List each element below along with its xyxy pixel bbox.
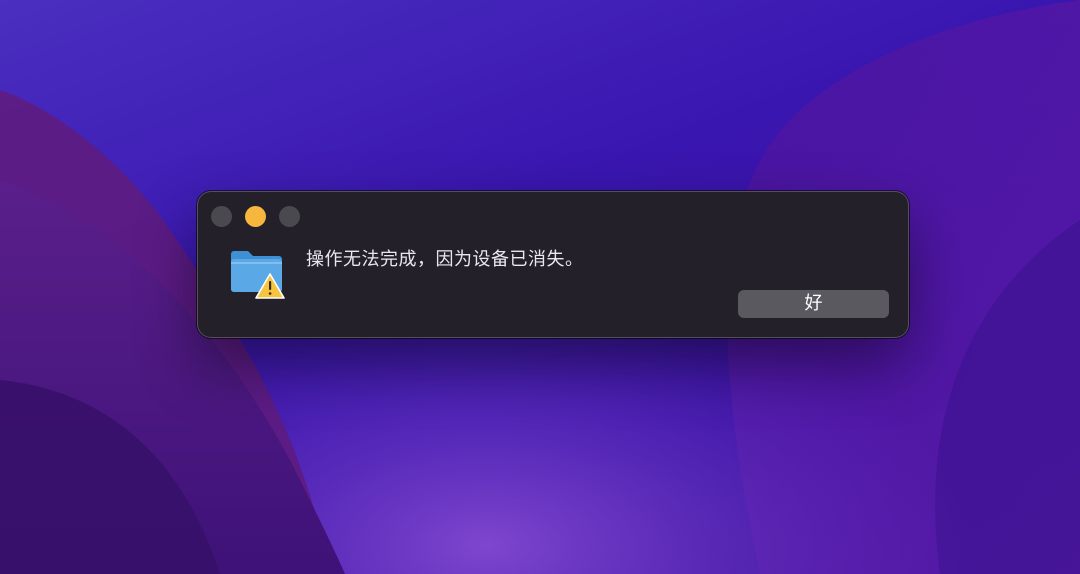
ok-button[interactable]: 好 (738, 290, 889, 318)
alert-message: 操作无法完成，因为设备已消失。 (306, 249, 584, 270)
desktop: 操作无法完成，因为设备已消失。 好 (0, 0, 1080, 574)
close-button[interactable] (211, 206, 232, 227)
minimize-button[interactable] (245, 206, 266, 227)
folder-warning-icon (229, 246, 287, 302)
alert-dialog: 操作无法完成，因为设备已消失。 好 (197, 191, 909, 338)
window-controls (211, 206, 300, 227)
zoom-button[interactable] (279, 206, 300, 227)
